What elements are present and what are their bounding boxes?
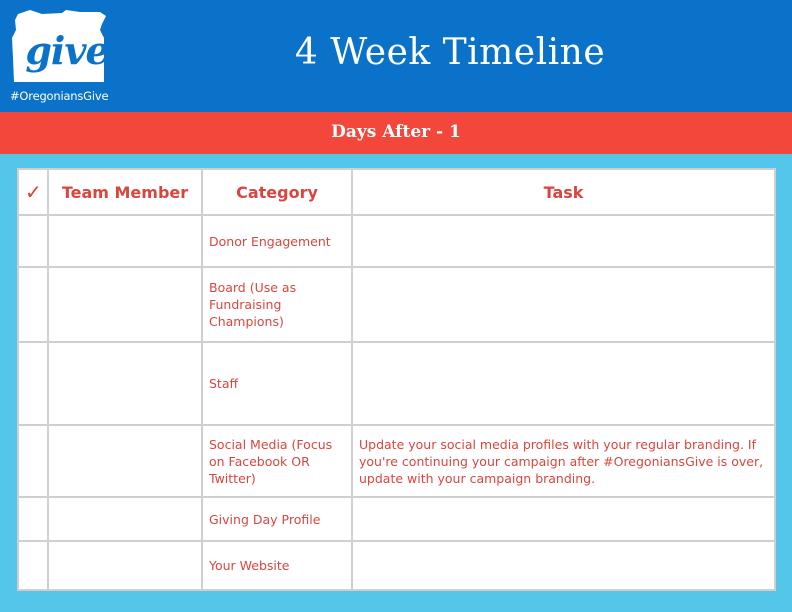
task-cell[interactable] xyxy=(351,266,776,343)
task-cell[interactable] xyxy=(351,341,776,426)
category-cell: Staff xyxy=(201,341,353,426)
column-header-task: Task xyxy=(351,168,776,216)
check-cell[interactable] xyxy=(17,214,49,268)
category-cell: Board (Use as Fundraising Champions) xyxy=(201,266,353,343)
check-cell[interactable] xyxy=(17,266,49,343)
category-cell: Giving Day Profile xyxy=(201,496,353,542)
table-row: Giving Day Profile xyxy=(17,496,776,542)
task-cell[interactable]: Update your social media profiles with y… xyxy=(351,424,776,498)
check-cell[interactable] xyxy=(17,540,49,591)
team-member-cell[interactable] xyxy=(47,496,203,542)
category-cell: Social Media (Focus on Facebook OR Twitt… xyxy=(201,424,353,498)
team-member-cell[interactable] xyxy=(47,214,203,268)
table-header-row: ✓ Team Member Category Task xyxy=(17,168,776,216)
table-row: Staff xyxy=(17,341,776,426)
team-member-cell[interactable] xyxy=(47,424,203,498)
task-cell[interactable] xyxy=(351,540,776,591)
table-row: Your Website xyxy=(17,540,776,591)
check-cell[interactable] xyxy=(17,496,49,542)
task-cell[interactable] xyxy=(351,496,776,542)
column-header-check: ✓ xyxy=(17,168,49,216)
header-band: give #OregoniansGive 4 Week Timeline xyxy=(0,0,792,112)
check-cell[interactable] xyxy=(17,341,49,426)
team-member-cell[interactable] xyxy=(47,540,203,591)
column-header-category: Category xyxy=(201,168,353,216)
page-title: 4 Week Timeline xyxy=(294,32,606,73)
table-row: Social Media (Focus on Facebook OR Twitt… xyxy=(17,424,776,498)
section-title: Days After - 1 xyxy=(331,122,461,142)
category-cell: Donor Engagement xyxy=(201,214,353,268)
checkmark-icon: ✓ xyxy=(25,180,42,204)
logo-give-text: give xyxy=(25,28,109,73)
timeline-table: ✓ Team Member Category Task Donor Engage… xyxy=(17,168,776,591)
team-member-cell[interactable] xyxy=(47,341,203,426)
hashtag-label: #OregoniansGive xyxy=(10,89,109,103)
table-row: Donor Engagement xyxy=(17,214,776,268)
check-cell[interactable] xyxy=(17,424,49,498)
column-header-team-member: Team Member xyxy=(47,168,203,216)
team-member-cell[interactable] xyxy=(47,266,203,343)
task-cell[interactable] xyxy=(351,214,776,268)
section-band: Days After - 1 xyxy=(0,112,792,154)
table-row: Board (Use as Fundraising Champions) xyxy=(17,266,776,343)
category-cell: Your Website xyxy=(201,540,353,591)
